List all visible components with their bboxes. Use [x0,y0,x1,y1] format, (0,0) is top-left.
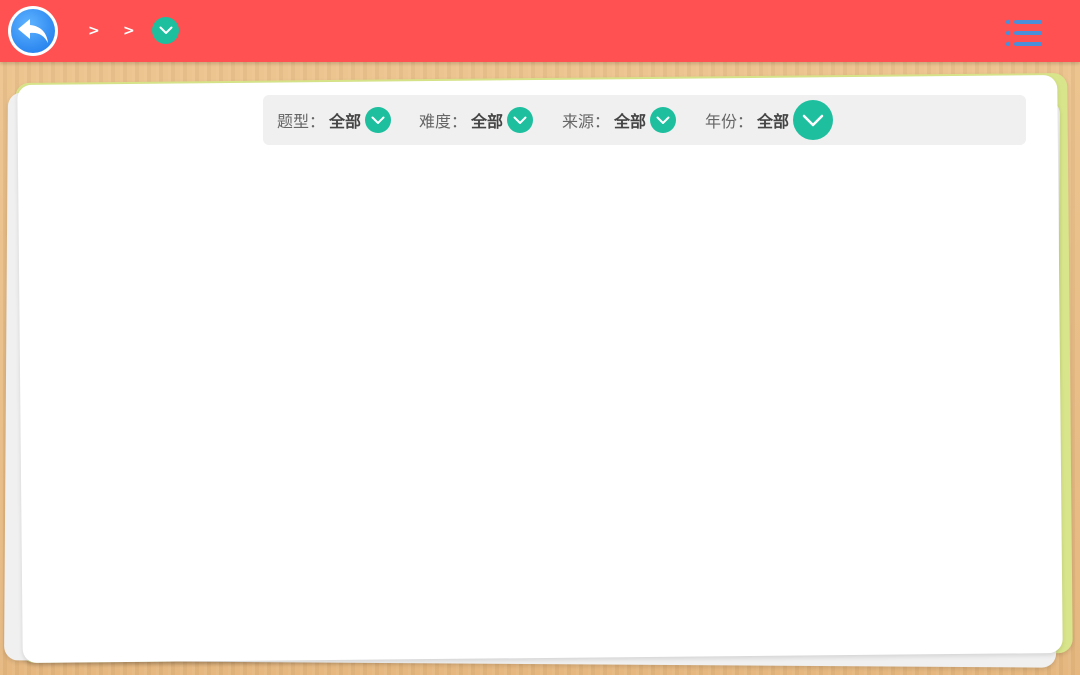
filter-colon: ： [594,112,611,131]
filter-label: 年份 [705,112,738,131]
back-arrow-icon [11,9,55,53]
filter-value: 全部 [471,112,504,131]
chevron-down-icon[interactable] [365,107,392,133]
menu-button[interactable] [1004,18,1044,50]
back-button[interactable] [8,6,58,56]
chevron-down-icon[interactable] [507,107,534,133]
top-header: > > [0,0,1080,62]
filter-colon: ： [737,112,754,131]
filter-difficulty[interactable]: 难度 ： 全部 [419,95,534,145]
filter-bar: 题型 ： 全部 难度 ： 全部 来源 ： 全部 年份 ： 全部 [263,95,1026,145]
chevron-down-icon [159,26,172,34]
filter-label: 题型 [277,112,310,131]
filter-question-type[interactable]: 题型 ： 全部 [277,95,392,145]
chevron-down-icon[interactable] [793,100,834,140]
filter-year[interactable]: 年份 ： 全部 [705,95,834,145]
filter-source[interactable]: 来源 ： 全部 [562,95,677,145]
list-menu-icon [1005,19,1042,47]
breadcrumb-separator: > [88,23,100,39]
filter-label: 难度 [419,112,452,131]
filter-colon: ： [309,112,326,131]
filter-value: 全部 [757,112,790,131]
chevron-down-icon[interactable] [650,107,677,133]
breadcrumb-separator: > [123,23,135,39]
filter-label: 来源 [562,112,595,131]
filter-colon: ： [451,112,468,131]
breadcrumb-dropdown-button[interactable] [152,17,179,44]
content-card [17,75,1063,663]
filter-value: 全部 [329,112,362,131]
filter-value: 全部 [614,112,647,131]
